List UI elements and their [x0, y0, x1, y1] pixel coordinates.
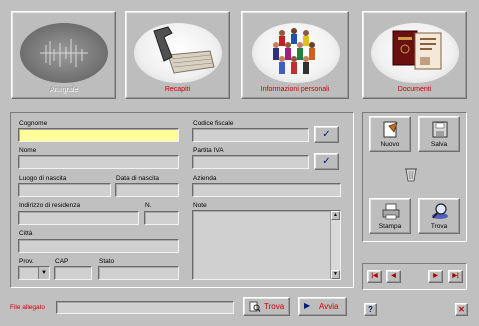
file-allegato-field[interactable] [56, 301, 234, 314]
avvia-button[interactable]: ▶ Avvia [298, 297, 347, 316]
cognome-label: Cognome [19, 120, 48, 127]
azienda-field[interactable] [192, 183, 341, 197]
prev-record-button[interactable]: ◀ [386, 270, 401, 283]
note-textarea[interactable]: ▲ ▼ [192, 210, 341, 280]
stato-field[interactable] [98, 266, 179, 280]
partita-iva-check-button[interactable]: ✓ [314, 153, 339, 170]
stato-label: Stato [99, 258, 115, 265]
citta-label: Città [19, 230, 33, 237]
tab-recapiti-label: Recapiti [164, 86, 191, 93]
people-group-icon [252, 23, 340, 83]
numero-label: N. [145, 202, 152, 209]
note-label: Note [193, 202, 207, 209]
data-nascita-field[interactable] [115, 183, 179, 197]
cap-label: CAP [55, 258, 69, 265]
scroll-down-icon[interactable]: ▼ [331, 270, 340, 279]
codice-fiscale-field[interactable] [192, 128, 309, 142]
printer-icon [381, 202, 401, 221]
partita-iva-field[interactable] [192, 155, 309, 169]
tab-informazioni-personali[interactable]: Informazioni personali [241, 11, 349, 99]
trash-icon[interactable] [403, 165, 419, 183]
search-file-icon [249, 301, 261, 313]
nome-label: Nome [19, 147, 37, 154]
floppy-disk-icon [430, 120, 450, 139]
prov-label: Prov. [19, 258, 34, 265]
help-icon: ? [368, 305, 373, 314]
tab-anagrafe[interactable]: Anagrafe [11, 11, 116, 99]
phone-keyboard-icon [134, 23, 222, 83]
close-button[interactable]: ✕ [455, 303, 468, 316]
file-allegato-label: File allegato [10, 304, 46, 311]
tab-recapiti[interactable]: Recapiti [125, 11, 230, 99]
tab-informazioni-personali-label: Informazioni personali [260, 86, 330, 93]
luogo-nascita-label: Luogo di nascita [19, 175, 67, 182]
azienda-label: Azienda [193, 175, 217, 182]
nuovo-button[interactable]: Nuovo [369, 116, 411, 152]
play-icon: ▶ [304, 301, 311, 310]
note-scrollbar[interactable]: ▲ ▼ [330, 211, 340, 279]
chevron-down-icon[interactable]: ▼ [38, 267, 49, 279]
salva-label: Salva [430, 141, 448, 148]
tab-documenti[interactable]: Documenti [362, 11, 467, 99]
window: { "tabs": [ {"label": "Anagrafe", "icon"… [0, 0, 479, 326]
avvia-label: Avvia [319, 302, 339, 311]
trova-file-label: Trova [264, 302, 285, 311]
codice-fiscale-label: Codice fiscale [193, 120, 234, 127]
cognome-field[interactable] [18, 128, 179, 142]
luogo-nascita-field[interactable] [18, 183, 111, 197]
trova-toolbar-label: Trova [430, 223, 448, 230]
codice-fiscale-check-button[interactable]: ✓ [314, 126, 339, 143]
stampa-label: Stampa [378, 223, 402, 230]
citta-field[interactable] [18, 239, 179, 253]
first-record-button[interactable]: |◀ [367, 270, 382, 283]
salva-button[interactable]: Salva [418, 116, 460, 152]
trova-file-button[interactable]: Trova [243, 297, 290, 316]
passport-icon [371, 23, 459, 83]
cap-field[interactable] [54, 266, 92, 280]
tab-documenti-label: Documenti [397, 86, 432, 93]
indirizzo-label: Indirizzo di residenza [19, 202, 81, 209]
data-nascita-label: Data di nascita [116, 175, 159, 182]
indirizzo-field[interactable] [18, 211, 139, 225]
trova-toolbar-button[interactable]: Trova [418, 198, 460, 234]
magnifier-icon [430, 202, 450, 221]
close-icon: ✕ [458, 305, 465, 314]
partita-iva-label: Partita IVA [193, 147, 224, 154]
prov-select[interactable]: ▼ [18, 266, 50, 280]
nuovo-label: Nuovo [380, 141, 400, 148]
tab-anagrafe-label: Anagrafe [49, 86, 78, 93]
stampa-button[interactable]: Stampa [369, 198, 411, 234]
nome-field[interactable] [18, 155, 179, 169]
help-button[interactable]: ? [364, 303, 377, 316]
next-record-button[interactable]: ▶ [428, 270, 443, 283]
last-record-button[interactable]: ▶| [448, 270, 463, 283]
numero-field[interactable] [144, 211, 179, 225]
scroll-up-icon[interactable]: ▲ [331, 211, 340, 220]
barcode-icon [20, 23, 108, 83]
new-document-icon [381, 120, 401, 139]
